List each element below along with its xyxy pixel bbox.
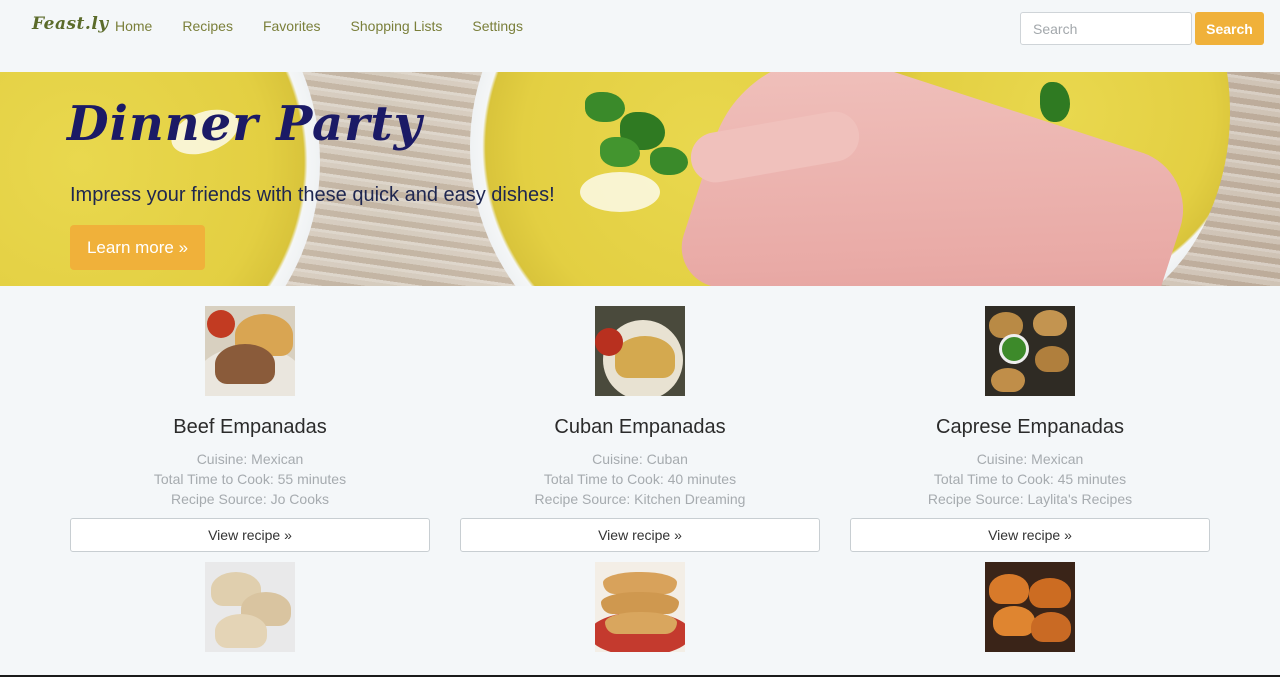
nav-link-favorites[interactable]: Favorites xyxy=(263,18,321,34)
recipe-thumbnail[interactable] xyxy=(985,306,1075,396)
parsley-garnish xyxy=(1040,82,1070,122)
recipe-title: Beef Empanadas xyxy=(173,416,327,438)
recipe-source: Recipe Source: Kitchen Dreaming xyxy=(534,491,746,507)
parsley-garnish xyxy=(650,147,688,175)
recipe-thumbnail[interactable] xyxy=(205,306,295,396)
view-recipe-button[interactable]: View recipe » xyxy=(70,518,430,552)
recipe-source: Recipe Source: Jo Cooks xyxy=(171,491,329,507)
recipe-thumbnail[interactable] xyxy=(595,306,685,396)
search-input[interactable] xyxy=(1020,12,1192,45)
nav-links: Home Recipes Favorites Shopping Lists Se… xyxy=(115,18,553,34)
nav-link-settings[interactable]: Settings xyxy=(472,18,523,34)
recipe-thumbnail[interactable] xyxy=(595,562,685,652)
parsley-garnish xyxy=(585,92,625,122)
learn-more-button[interactable]: Learn more » xyxy=(70,225,205,270)
nav-link-shopping-lists[interactable]: Shopping Lists xyxy=(351,18,443,34)
search-button[interactable]: Search xyxy=(1195,12,1264,45)
recipe-title: Caprese Empanadas xyxy=(936,416,1124,438)
recipe-cuisine: Cuisine: Mexican xyxy=(196,451,304,467)
recipe-thumbnail[interactable] xyxy=(205,562,295,652)
recipe-cuisine: Cuisine: Mexican xyxy=(976,451,1084,467)
recipe-title: Cuban Empanadas xyxy=(554,416,726,438)
navbar: Feast.ly Home Recipes Favorites Shopping… xyxy=(0,0,1280,72)
parsley-garnish xyxy=(600,137,640,167)
recipe-time: Total Time to Cook: 40 minutes xyxy=(543,471,737,487)
view-recipe-button[interactable]: View recipe » xyxy=(850,518,1210,552)
nav-link-home[interactable]: Home xyxy=(115,18,152,34)
hero-subtitle: Impress your friends with these quick an… xyxy=(70,184,555,206)
recipe-cuisine: Cuisine: Cuban xyxy=(592,451,688,467)
recipe-source: Recipe Source: Laylita's Recipes xyxy=(927,491,1133,507)
recipe-time: Total Time to Cook: 55 minutes xyxy=(153,471,347,487)
brand-logo[interactable]: Feast.ly xyxy=(32,14,109,34)
nav-link-recipes[interactable]: Recipes xyxy=(182,18,233,34)
cream-swirl xyxy=(580,172,660,212)
recipe-thumbnail[interactable] xyxy=(985,562,1075,652)
view-recipe-button[interactable]: View recipe » xyxy=(460,518,820,552)
hero-title: Dinner Party xyxy=(67,96,423,152)
recipe-time: Total Time to Cook: 45 minutes xyxy=(933,471,1127,487)
